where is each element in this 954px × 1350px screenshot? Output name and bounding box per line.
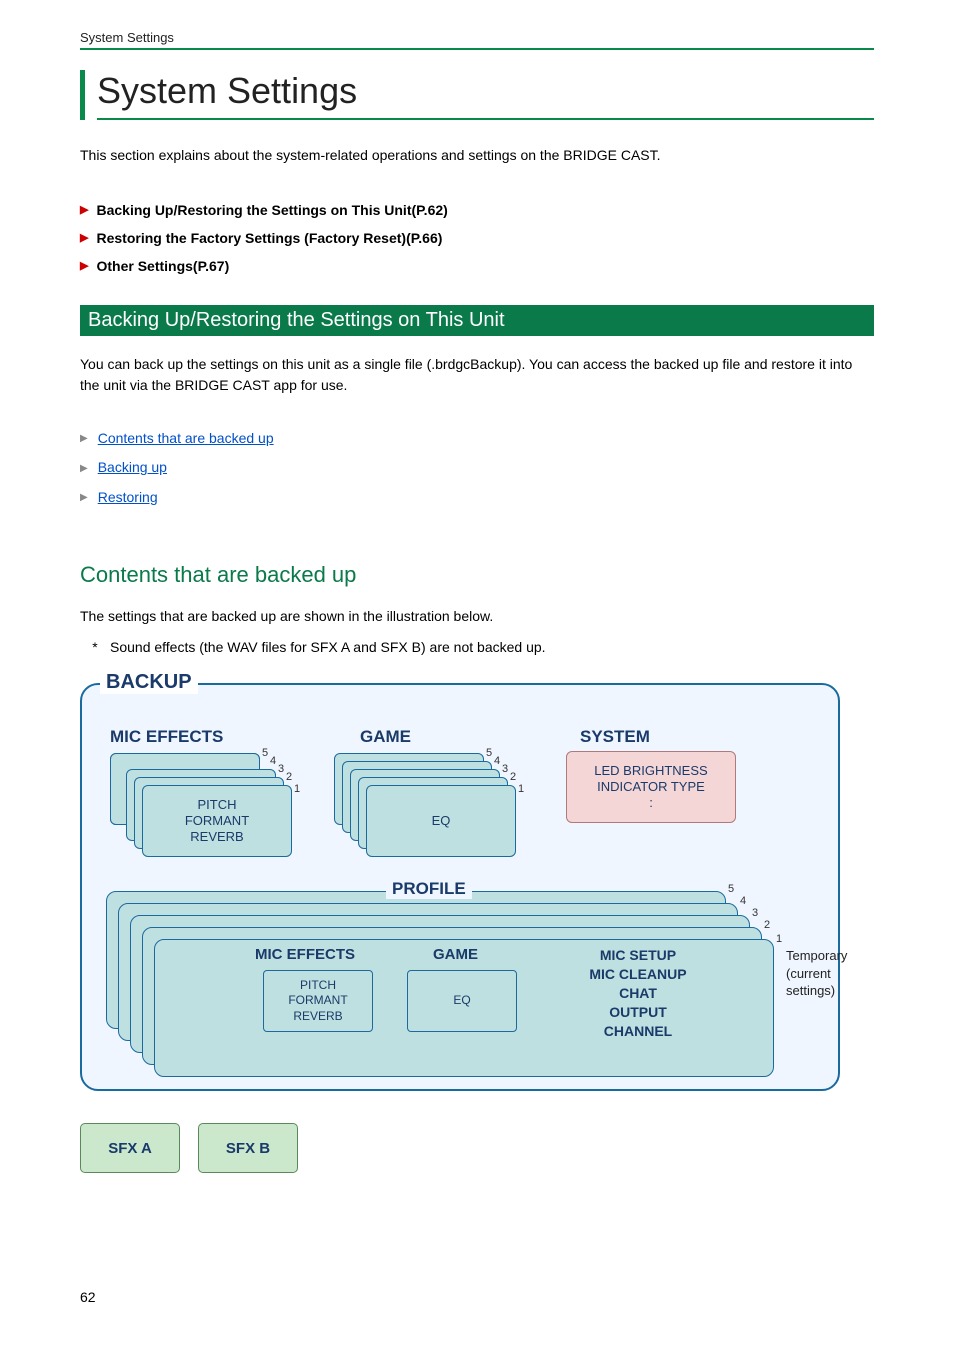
subsection-body: The settings that are backed up are show… bbox=[80, 606, 874, 627]
profile-setup-list: MIC SETUP MIC CLEANUP CHAT OUTPUT CHANNE… bbox=[563, 946, 713, 1040]
sublink-item: ▶ Backing up bbox=[80, 453, 874, 482]
mic-effects-label: MIC EFFECTS bbox=[110, 727, 223, 747]
sfx-a-box: SFX A bbox=[80, 1123, 180, 1173]
toc-item[interactable]: ▶Restoring the Factory Settings (Factory… bbox=[80, 224, 874, 252]
sublink[interactable]: Backing up bbox=[98, 453, 167, 482]
triangle-icon: ▶ bbox=[80, 199, 88, 221]
backup-outer-box: MIC EFFECTS GAME SYSTEM PITCH FORMANT RE… bbox=[80, 683, 840, 1091]
title-block: System Settings bbox=[80, 70, 874, 120]
triangle-icon: ▶ bbox=[80, 255, 88, 277]
triangle-icon: ▶ bbox=[80, 487, 88, 508]
profile-game-card: EQ bbox=[407, 970, 517, 1032]
toc-item[interactable]: ▶Other Settings(P.67) bbox=[80, 252, 874, 280]
triangle-icon: ▶ bbox=[80, 428, 88, 449]
mic-effects-card: PITCH FORMANT REVERB bbox=[142, 785, 292, 857]
profile-label: PROFILE bbox=[386, 879, 472, 899]
note-line: * Sound effects (the WAV files for SFX A… bbox=[80, 639, 874, 655]
system-label: SYSTEM bbox=[580, 727, 650, 747]
asterisk-icon: * bbox=[80, 639, 110, 655]
sublink-list: ▶ Contents that are backed up ▶ Backing up… bbox=[80, 424, 874, 512]
triangle-icon: ▶ bbox=[80, 458, 88, 479]
temp-label: Temporary(current settings) bbox=[786, 947, 847, 1000]
sublink[interactable]: Restoring bbox=[98, 483, 158, 512]
section-body: You can back up the settings on this uni… bbox=[80, 354, 874, 396]
intro-text: This section explains about the system-r… bbox=[80, 145, 874, 166]
page-title: System Settings bbox=[97, 70, 874, 120]
subsection-heading: Contents that are backed up bbox=[80, 562, 874, 588]
sublink-item: ▶ Contents that are backed up bbox=[80, 424, 874, 453]
sfx-row: SFX A SFX B bbox=[80, 1123, 874, 1173]
triangle-icon: ▶ bbox=[80, 227, 88, 249]
game-label: GAME bbox=[360, 727, 411, 747]
section-heading-bar: Backing Up/Restoring the Settings on Thi… bbox=[80, 305, 874, 336]
backup-legend: BACKUP bbox=[100, 671, 198, 694]
sfx-b-box: SFX B bbox=[198, 1123, 298, 1173]
header-label: System Settings bbox=[80, 30, 874, 50]
system-card: LED BRIGHTNESS INDICATOR TYPE : bbox=[566, 751, 736, 823]
sublink[interactable]: Contents that are backed up bbox=[98, 424, 274, 453]
page-number: 62 bbox=[80, 1289, 96, 1305]
profile-card-front: MIC EFFECTS GAME PITCH FORMANT REVERB EQ… bbox=[154, 939, 774, 1077]
profile-mic-card: PITCH FORMANT REVERB bbox=[263, 970, 373, 1032]
backup-diagram: BACKUP MIC EFFECTS GAME SYSTEM PITCH FOR… bbox=[80, 673, 874, 1093]
game-card: EQ bbox=[366, 785, 516, 857]
toc-list: ▶Backing Up/Restoring the Settings on Th… bbox=[80, 196, 874, 280]
sublink-item: ▶ Restoring bbox=[80, 483, 874, 512]
toc-item[interactable]: ▶Backing Up/Restoring the Settings on Th… bbox=[80, 196, 874, 224]
